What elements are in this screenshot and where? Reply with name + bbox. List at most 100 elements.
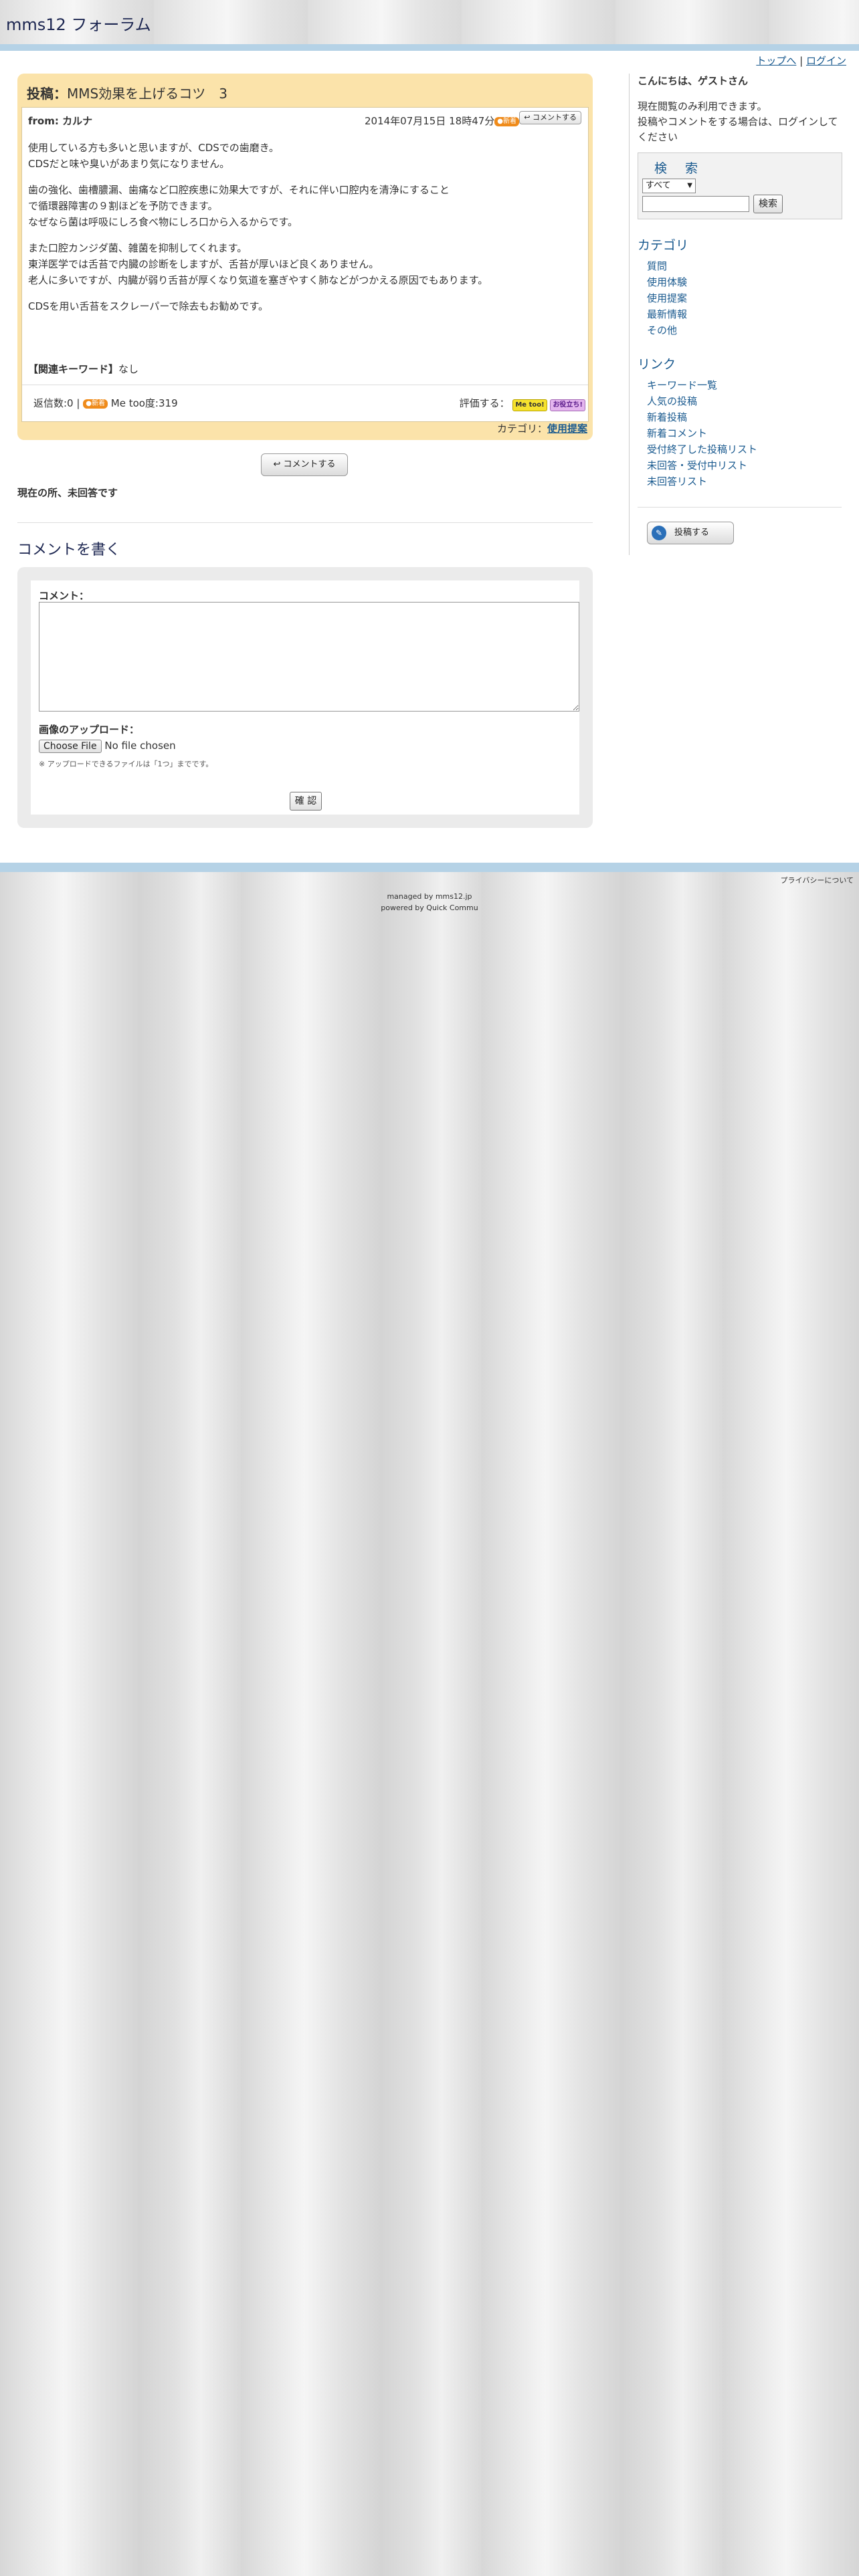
- login-link[interactable]: ログイン: [806, 55, 846, 67]
- search-scope-select[interactable]: すべて ▼: [642, 179, 696, 193]
- post-body: 使用している方も多いと思いますが、CDSでの歯磨き。 CDSだと味や臭いがあまり…: [28, 140, 577, 324]
- post-date-text: 2014年07月15日 18時47分: [365, 115, 495, 127]
- reply-new-badge: ●新着: [83, 399, 108, 409]
- keywords-label: 【関連キーワード】: [28, 363, 119, 375]
- post-title-text: MMS効果を上げるコツ 3: [67, 86, 227, 102]
- comment-form: コメント： 画像のアップロード： Choose File No file cho…: [17, 567, 593, 828]
- top-link[interactable]: トップへ: [756, 55, 796, 67]
- category-item: 使用体験: [647, 274, 687, 290]
- post-author: from: カルナ: [28, 115, 93, 127]
- rating-area: 評価する： Me too! お役立ち!: [460, 396, 585, 411]
- comment-label: コメント：: [39, 590, 90, 602]
- link-item: キーワード一覧: [647, 377, 757, 393]
- footer-bar: [0, 863, 859, 872]
- link-item-link[interactable]: 新着コメント: [647, 427, 707, 439]
- footer-credits: managed by mms12.jp powered by Quick Com…: [0, 891, 859, 914]
- category-item-link[interactable]: その他: [647, 324, 677, 336]
- comment-form-inner: コメント： 画像のアップロード： Choose File No file cho…: [31, 580, 579, 815]
- stats-left: 返信数:0 | ●新着 Me too度:319: [33, 396, 178, 410]
- category-item: 最新情報: [647, 306, 687, 322]
- search-title: 検 索: [654, 161, 701, 176]
- page-content: トップへ | ログイン 投稿：MMS効果を上げるコツ 3 from: カルナ 2…: [0, 51, 859, 863]
- file-input: Choose File No file chosen: [39, 740, 176, 753]
- reply-arrow-icon: ↩: [524, 113, 531, 122]
- site-title[interactable]: mms12 フォーラム: [6, 11, 151, 35]
- link-item-link[interactable]: 新着投稿: [647, 411, 687, 423]
- sidebar: こんにちは、ゲストさん 現在閲覧のみ利用できます。 投稿やコメントをする場合は、…: [629, 74, 844, 555]
- link-item: 未回答リスト: [647, 473, 757, 490]
- category-item-link[interactable]: 使用提案: [647, 292, 687, 304]
- link-item: 新着コメント: [647, 425, 757, 441]
- keywords-value: なし: [118, 363, 139, 375]
- me-too-count: Me too度:319: [110, 397, 178, 409]
- related-keywords: 【関連キーワード】なし: [28, 362, 138, 376]
- sidebar-divider: [638, 507, 842, 508]
- speech-bubble-icon: ✎: [652, 526, 666, 540]
- category-link[interactable]: 使用提案: [547, 423, 587, 435]
- top-links-separator: |: [799, 55, 803, 67]
- link-item: 新着投稿: [647, 409, 757, 425]
- post-stats: 返信数:0 | ●新着 Me too度:319 評価する： Me too! お役…: [22, 385, 588, 422]
- links-heading: リンク: [638, 357, 676, 372]
- post-paragraph: また口腔カンジダ菌、雑菌を抑制してくれます。 東洋医学では舌苔で内臓の診断をしま…: [28, 242, 488, 286]
- comment-textarea[interactable]: [39, 602, 579, 712]
- comment-button[interactable]: ↩ コメントする: [261, 453, 348, 476]
- links-list: キーワード一覧 人気の投稿 新着投稿 新着コメント 受付終了した投稿リスト 未回…: [647, 377, 757, 490]
- new-post-label: 投稿する: [674, 528, 710, 538]
- upload-note: ※ アップロードできるファイルは「1つ」までです。: [39, 760, 213, 768]
- comment-form-heading: コメントを書く: [17, 542, 121, 558]
- reply-arrow-icon: ↩: [273, 459, 281, 469]
- post-date: 2014年07月15日 18時47分 ●新着: [365, 114, 520, 128]
- me-too-button[interactable]: Me too!: [512, 399, 547, 411]
- divider: [17, 522, 593, 523]
- post-title: 投稿：MMS効果を上げるコツ 3: [27, 83, 227, 102]
- chevron-down-icon: ▼: [687, 182, 692, 189]
- link-item-link[interactable]: 未回答・受付中リスト: [647, 459, 747, 471]
- search-scope-value: すべて: [646, 181, 671, 191]
- post-paragraph: 使用している方も多いと思いますが、CDSでの歯磨き。 CDSだと味や臭いがあまり…: [28, 142, 280, 170]
- new-badge: ●新着: [494, 117, 520, 126]
- link-item-link[interactable]: 人気の投稿: [647, 395, 697, 407]
- link-item: 受付終了した投稿リスト: [647, 441, 757, 457]
- category-item-link[interactable]: 最新情報: [647, 308, 687, 320]
- link-item-link[interactable]: キーワード一覧: [647, 379, 717, 391]
- login-note: 現在閲覧のみ利用できます。 投稿やコメントをする場合は、ログインしてください: [638, 100, 838, 143]
- post-box: 投稿：MMS効果を上げるコツ 3 from: カルナ 2014年07月15日 1…: [17, 74, 593, 440]
- search-input[interactable]: [642, 196, 749, 212]
- new-post-button[interactable]: ✎ 投稿する: [647, 522, 734, 544]
- comment-small-button[interactable]: ↩ コメントする: [519, 111, 581, 124]
- post-paragraph: 歯の強化、歯槽膿漏、歯痛など口腔疾患に効果大ですが、それに伴い口腔内を清浄にする…: [28, 184, 450, 228]
- choose-file-button[interactable]: Choose File: [39, 740, 102, 753]
- post-content: from: カルナ 2014年07月15日 18時47分 ●新着 ↩ コメントする…: [21, 107, 589, 422]
- link-item-link[interactable]: 未回答リスト: [647, 475, 707, 488]
- top-links: トップへ | ログイン: [756, 53, 846, 68]
- stats-separator: |: [76, 397, 80, 409]
- reply-count: 返信数:0: [33, 397, 74, 409]
- category-item-link[interactable]: 使用体験: [647, 276, 687, 288]
- rate-label: 評価する：: [459, 397, 510, 409]
- comment-button-label: コメントする: [283, 459, 336, 469]
- site-header: mms12 フォーラム: [0, 0, 859, 51]
- link-item: 人気の投稿: [647, 393, 757, 409]
- answer-status: 現在の所、未回答です: [17, 487, 118, 499]
- category-item: 使用提案: [647, 290, 687, 306]
- powered-by: powered by Quick Commu: [381, 903, 478, 912]
- greeting: こんにちは、ゲストさん: [638, 75, 749, 87]
- category-item: その他: [647, 322, 687, 338]
- search-box: 検 索 すべて ▼ 検索: [638, 152, 842, 219]
- file-status: No file chosen: [104, 740, 176, 752]
- category-heading: カテゴリ: [638, 238, 689, 253]
- search-button[interactable]: 検索: [753, 195, 783, 213]
- link-item-link[interactable]: 受付終了した投稿リスト: [647, 443, 757, 455]
- link-item: 未回答・受付中リスト: [647, 457, 757, 473]
- category-label: カテゴリ：: [496, 423, 547, 435]
- category-item-link[interactable]: 質問: [647, 260, 667, 272]
- confirm-button[interactable]: 確 認: [290, 792, 322, 811]
- post-paragraph: CDSを用い舌苔をスクレーパーで除去もお勧めです。: [28, 300, 268, 312]
- upload-label: 画像のアップロード：: [39, 724, 140, 736]
- category-list: 質問 使用体験 使用提案 最新情報 その他: [647, 258, 687, 338]
- privacy-link[interactable]: プライバシーについて: [781, 875, 854, 885]
- helpful-button[interactable]: お役立ち!: [550, 399, 585, 411]
- comment-small-label: コメントする: [533, 113, 577, 122]
- managed-by: managed by mms12.jp: [387, 892, 472, 901]
